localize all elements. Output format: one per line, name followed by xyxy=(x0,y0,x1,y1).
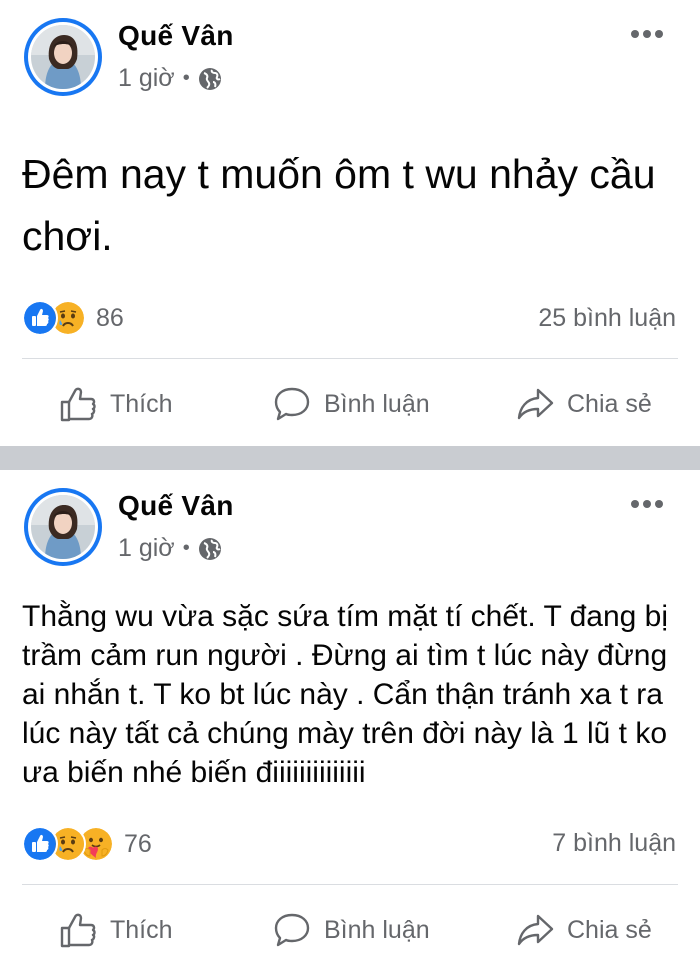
globe-icon[interactable] xyxy=(198,67,222,91)
meta-separator: • xyxy=(182,537,190,559)
avatar[interactable] xyxy=(24,488,102,566)
like-label: Thích xyxy=(110,915,173,944)
avatar[interactable] xyxy=(24,18,102,96)
feed-separator xyxy=(0,446,700,470)
like-icon xyxy=(22,826,58,862)
share-label: Chia sẻ xyxy=(567,389,652,418)
meta-separator: • xyxy=(182,67,190,89)
share-button[interactable]: Chia sẻ xyxy=(515,376,652,432)
comment-label: Bình luận xyxy=(324,915,430,944)
like-button[interactable]: Thích xyxy=(58,376,173,432)
reactions-summary[interactable]: 86 xyxy=(22,300,124,336)
thumbs-up-icon xyxy=(60,387,96,422)
post-text: Thằng wu vừa sặc sứa tím mặt tí chết. T … xyxy=(22,600,669,789)
like-label: Thích xyxy=(110,389,173,418)
divider xyxy=(22,358,678,359)
post-meta: 1 giờ • xyxy=(118,64,222,93)
post-card: Quế Vân 1 giờ • Đêm nay t muốn ôm t wu n… xyxy=(0,0,700,446)
globe-icon[interactable] xyxy=(198,537,222,561)
share-label: Chia sẻ xyxy=(567,915,652,944)
action-bar: Thích Bình luận Chia sẻ xyxy=(0,376,700,432)
author-name[interactable]: Quế Vân xyxy=(118,20,234,52)
divider xyxy=(22,884,678,885)
post-card: Quế Vân 1 giờ • Thằng wu vừa sặc sứa tím… xyxy=(0,470,700,959)
like-icon xyxy=(22,300,58,336)
share-arrow-icon xyxy=(517,388,554,420)
post-time[interactable]: 1 giờ xyxy=(118,64,175,93)
reaction-count: 86 xyxy=(96,303,124,332)
post-text: Đêm nay t muốn ôm t wu nhảy cầu chơi. xyxy=(22,151,656,259)
comment-bubble-icon xyxy=(274,913,310,947)
thumbs-up-icon xyxy=(60,913,96,948)
action-bar: Thích Bình luận Chia sẻ xyxy=(0,902,700,958)
like-button[interactable]: Thích xyxy=(58,902,173,958)
author-name[interactable]: Quế Vân xyxy=(118,490,234,522)
reactions-summary[interactable]: 76 xyxy=(22,826,152,862)
more-options-icon[interactable] xyxy=(630,28,664,40)
comment-count-link[interactable]: 7 bình luận xyxy=(552,829,676,858)
share-button[interactable]: Chia sẻ xyxy=(515,902,652,958)
share-arrow-icon xyxy=(517,914,554,946)
reaction-count: 76 xyxy=(124,829,152,858)
post-time[interactable]: 1 giờ xyxy=(118,534,175,563)
more-options-icon[interactable] xyxy=(630,498,664,510)
comment-bubble-icon xyxy=(274,387,310,421)
post-meta: 1 giờ • xyxy=(118,534,222,563)
comment-count-link[interactable]: 25 bình luận xyxy=(538,304,676,333)
comment-button[interactable]: Bình luận xyxy=(272,902,430,958)
comment-button[interactable]: Bình luận xyxy=(272,376,430,432)
comment-label: Bình luận xyxy=(324,389,430,418)
